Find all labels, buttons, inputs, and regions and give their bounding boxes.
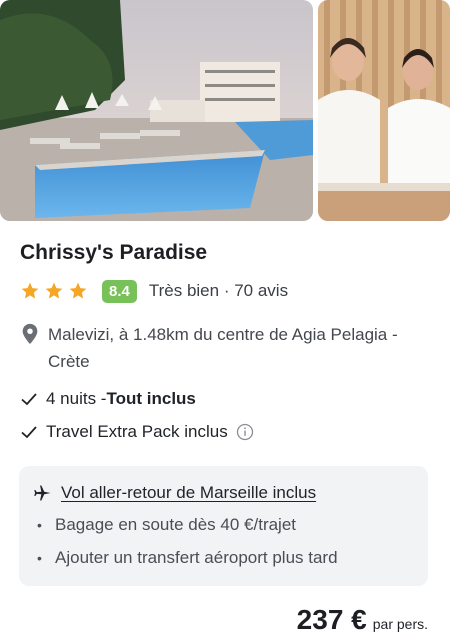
board-label: Tout inclus [106,389,196,408]
hotel-staff-photo[interactable] [318,0,450,221]
price-amount: 237 € [296,604,367,635]
bullet-icon: • [37,550,42,566]
extra-pack-label: Travel Extra Pack inclus [46,422,228,441]
star-icon [69,282,87,299]
star-rating [20,281,88,301]
transfer-info: Ajouter un transfert aéroport plus tard [55,548,338,567]
checkmark-icon [21,393,37,406]
price-unit: par pers. [372,616,428,632]
list-item: • Bagage en soute dès 40 €/trajet [37,515,296,535]
star-icon [21,282,39,299]
nights-label: 4 nuits - [46,389,107,408]
location-pin-icon [22,323,38,345]
star-icon [45,282,63,299]
location: Malevizi, à 1.48km du centre de Agia Pel… [20,321,435,375]
review-score-badge: 8.4 [102,279,137,303]
checkmark-icon [21,426,37,439]
list-item: • Ajouter un transfert aéroport plus tar… [37,548,338,568]
hotel-pool-photo[interactable] [0,0,313,221]
hotel-name[interactable]: Chrissy's Paradise [20,241,207,265]
baggage-info: Bagage en soute dès 40 €/trajet [55,515,297,534]
location-text: Malevizi, à 1.48km du centre de Agia Pel… [48,325,398,371]
photo-gallery[interactable] [0,0,450,221]
price-row: 237 € par pers. [297,604,428,636]
feature-nights-board: 4 nuits - Tout inclus [20,389,196,409]
flight-info-panel: Vol aller-retour de Marseille inclus • B… [19,466,428,586]
flight-row: Vol aller-retour de Marseille inclus [33,483,316,503]
feature-extra-pack: Travel Extra Pack inclus [20,422,254,442]
airplane-icon [34,485,51,501]
info-icon[interactable] [236,423,254,441]
bullet-icon: • [37,517,42,533]
review-summary[interactable]: Très bien · 70 avis [149,281,288,301]
flight-included-link[interactable]: Vol aller-retour de Marseille inclus [61,483,316,503]
rating-row: 8.4 Très bien · 70 avis [20,278,288,304]
